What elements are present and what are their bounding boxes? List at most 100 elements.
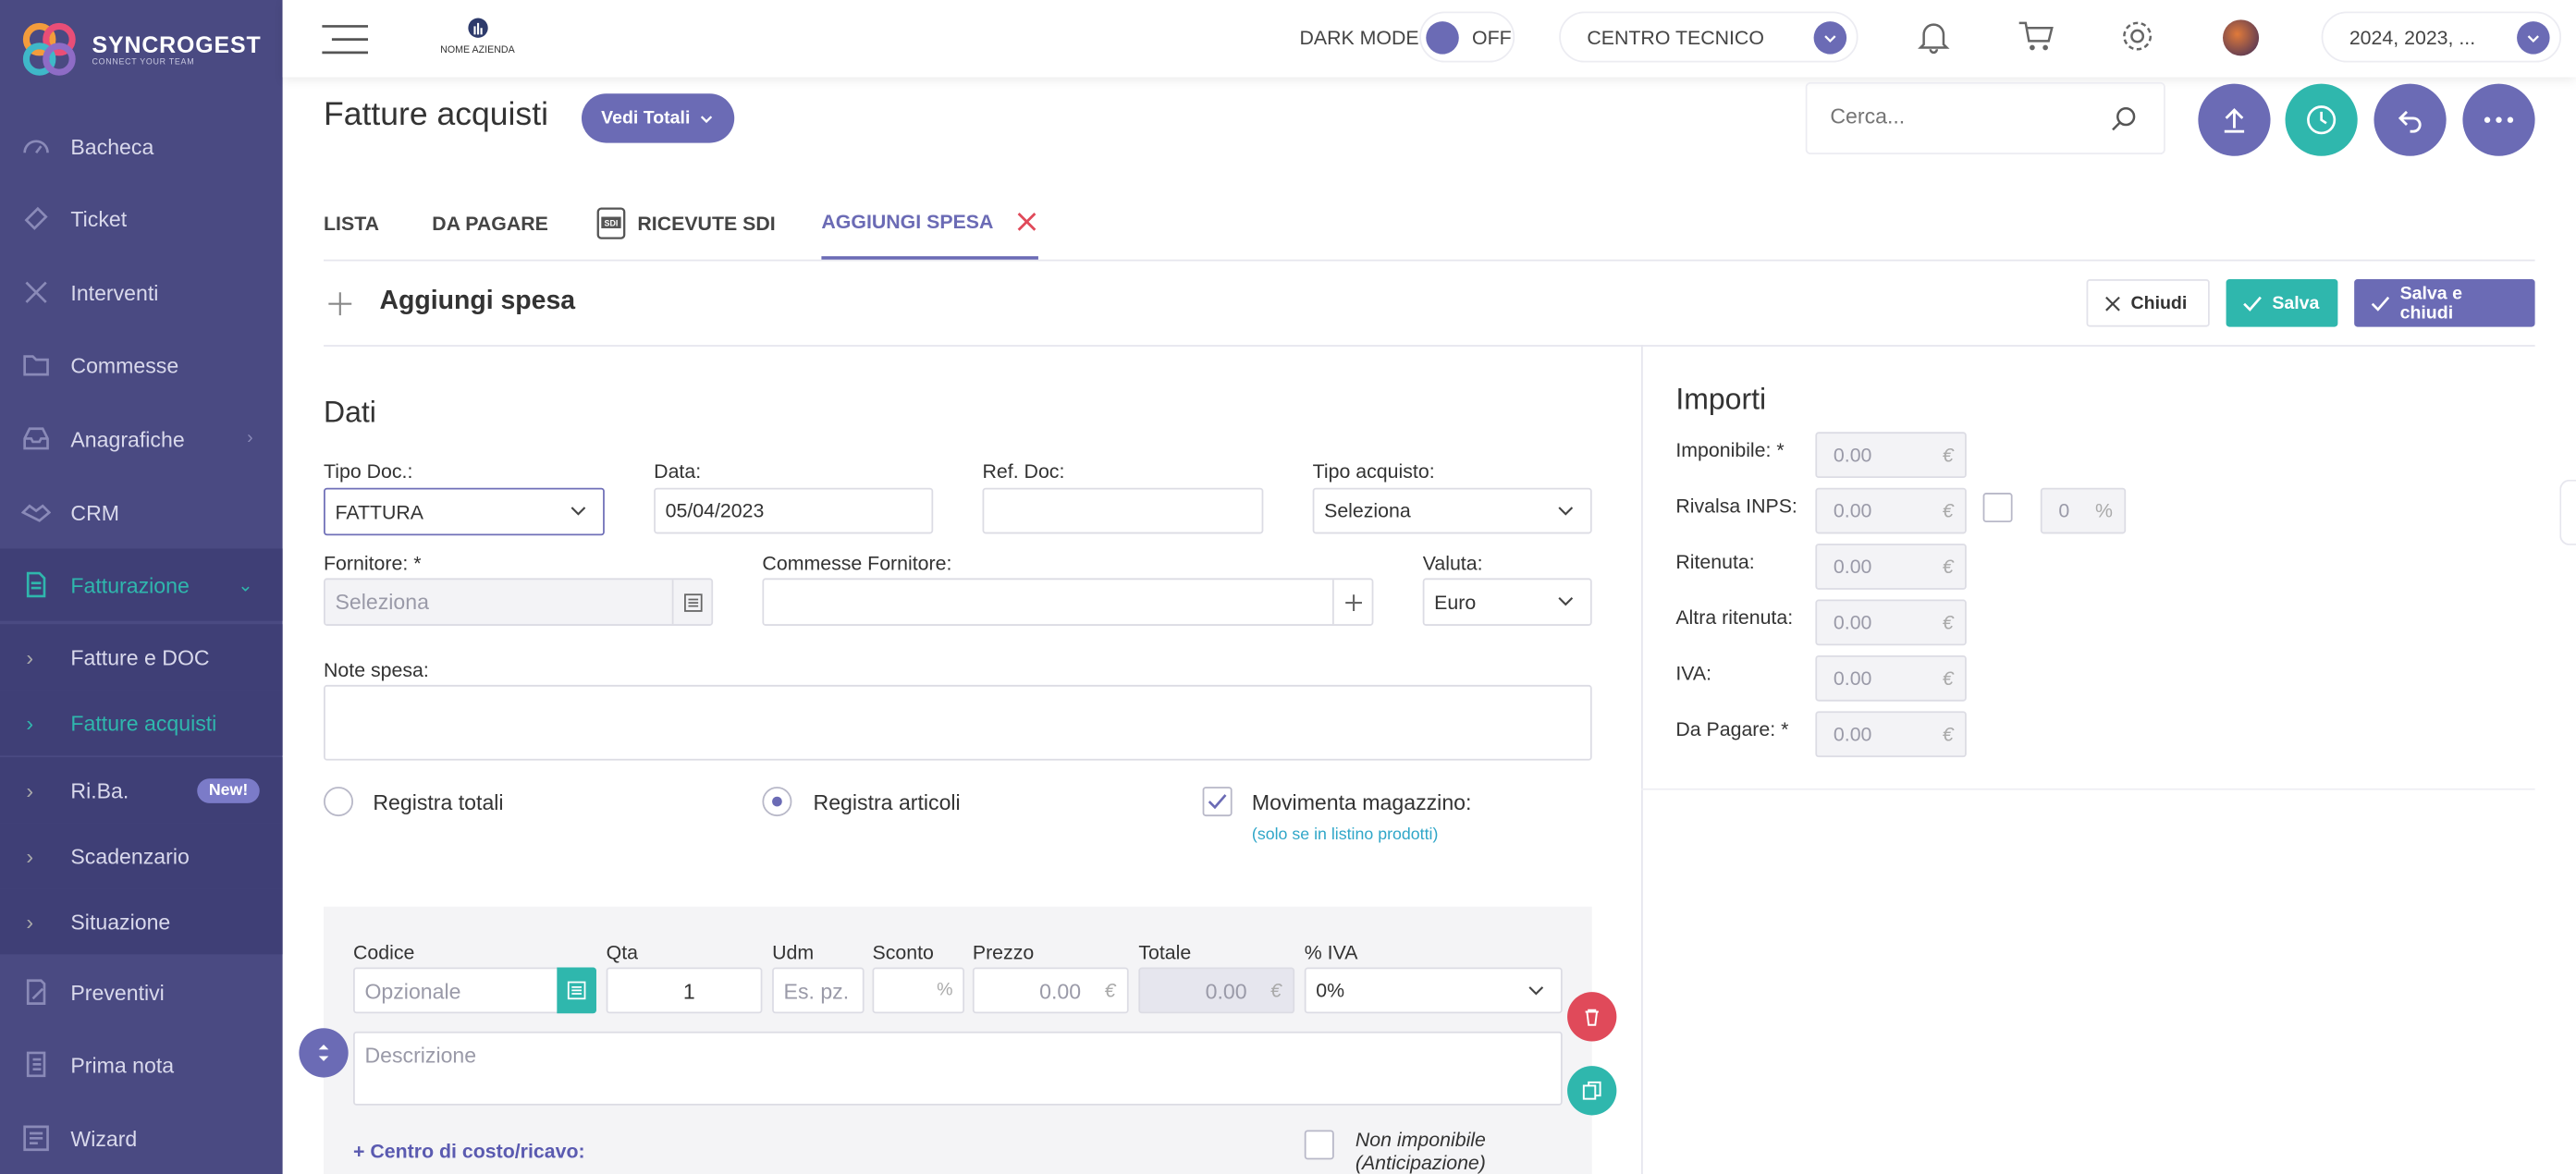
valuta-select[interactable]: Euro	[1422, 578, 1592, 626]
quote-icon	[19, 975, 53, 1009]
chevron-down-icon	[701, 116, 713, 124]
fornitore-placeholder: Seleziona	[335, 589, 429, 615]
history-button[interactable]	[2285, 83, 2358, 156]
close-icon[interactable]	[1016, 212, 1036, 231]
close-button[interactable]: Chiudi	[2086, 279, 2210, 327]
importi-input[interactable]: 0.00 €	[1815, 654, 1967, 702]
rivalsa-checkbox[interactable]	[1982, 493, 2013, 523]
data-label: Data:	[654, 459, 702, 483]
chevron-right-icon: ›	[26, 644, 34, 670]
bell-icon[interactable]	[1916, 18, 1952, 63]
rivalsa-pct-input[interactable]: 0 %	[2040, 487, 2127, 534]
tipo-doc-select[interactable]: FATTURA	[324, 487, 605, 536]
sidebar-subitem-situazione[interactable]: › Situazione	[0, 888, 283, 955]
importi-input[interactable]: 0.00 €	[1815, 487, 1967, 534]
sidebar-item-interventi[interactable]: Interventi	[0, 256, 283, 328]
iva-value: 0%	[1316, 978, 1345, 1002]
date-input[interactable]: 05/04/2023	[654, 487, 934, 534]
ref-doc-input[interactable]	[982, 487, 1264, 534]
sidebar-item-preventivi[interactable]: Preventivi	[0, 956, 283, 1028]
codice-input[interactable]: Opzionale	[353, 967, 596, 1014]
sidebar-item-bacheca[interactable]: Bacheca	[0, 110, 283, 182]
gear-icon[interactable]	[2119, 18, 2155, 63]
importi-input[interactable]: 0.00 €	[1815, 544, 1967, 590]
tabs-divider	[324, 259, 2535, 262]
sidebar-subitem-label: Situazione	[70, 909, 171, 935]
upload-button[interactable]	[2198, 83, 2271, 156]
dark-mode-toggle[interactable]: OFF	[1419, 11, 1515, 63]
tipo-acquisto-label: Tipo acquisto:	[1312, 459, 1435, 483]
qta-input[interactable]: 1	[606, 967, 763, 1014]
save-button-label: Salva	[2272, 293, 2320, 313]
tab-ricevute-sdi[interactable]: SDI RICEVUTE SDI	[595, 188, 776, 260]
descrizione-textarea[interactable]: Descrizione	[353, 1031, 1563, 1106]
radio-registra-totali[interactable]	[324, 787, 354, 817]
sidebar-item-fatturazione[interactable]: Fatturazione ⌄	[0, 548, 283, 621]
search-icon[interactable]	[2111, 105, 2137, 131]
check-icon	[2243, 295, 2262, 311]
sidebar-subitem-scadenzario[interactable]: › Scadenzario	[0, 823, 283, 889]
show-totals-button[interactable]: Vedi Totali	[581, 93, 735, 143]
list-icon[interactable]	[671, 580, 712, 625]
sidebar-item-crm[interactable]: CRM	[0, 476, 283, 548]
sidebar-item-anagrafiche[interactable]: Anagrafiche ›	[0, 402, 283, 474]
commesse-input[interactable]	[762, 578, 1374, 626]
back-button[interactable]	[2374, 83, 2447, 156]
center-select[interactable]: CENTRO TECNICO	[1559, 11, 1858, 63]
sidebar-subitem-riba[interactable]: › Ri.Ba. New!	[0, 757, 283, 824]
sidebar-item-wizard[interactable]: Wizard	[0, 1102, 283, 1174]
tipo-acquisto-select[interactable]: Seleziona	[1312, 487, 1592, 534]
search-input[interactable]	[1830, 103, 2093, 128]
chevron-right-icon: ›	[247, 428, 253, 449]
duplicate-row-button[interactable]	[1567, 1066, 1617, 1116]
iva-select[interactable]: 0%	[1304, 967, 1563, 1014]
more-button[interactable]	[2462, 83, 2535, 156]
sidebar-item-prima-nota[interactable]: Prima nota	[0, 1028, 283, 1100]
sidebar-item-label: Prima nota	[70, 1052, 175, 1077]
hamburger-menu-icon[interactable]	[322, 25, 369, 63]
tab-da-pagare[interactable]: DA PAGARE	[432, 188, 548, 260]
avatar[interactable]	[2223, 19, 2260, 56]
prezzo-input[interactable]: 0.00 €	[972, 967, 1129, 1014]
years-select[interactable]: 2024, 2023, ...	[2321, 11, 2562, 63]
importi-input[interactable]: 0.00 €	[1815, 432, 1967, 479]
percent-symbol: %	[2095, 499, 2113, 523]
tipo-doc-label: Tipo Doc.:	[324, 459, 413, 483]
cart-icon[interactable]	[2016, 18, 2055, 63]
sidebar-item-ticket[interactable]: Ticket	[0, 182, 283, 254]
note-textarea[interactable]	[324, 684, 1592, 761]
tab-aggiungi-spesa[interactable]: AGGIUNGI SPESA	[821, 188, 1038, 260]
importi-input[interactable]: 0.00 €	[1815, 599, 1967, 646]
company-logo[interactable]: NOME AZIENDA	[440, 17, 515, 56]
udm-input[interactable]: Es. pz.	[772, 967, 865, 1014]
codice-label: Codice	[353, 941, 415, 964]
tools-icon	[19, 276, 53, 310]
non-imponibile-checkbox[interactable]	[1304, 1130, 1334, 1160]
movimenta-checkbox[interactable]	[1202, 787, 1233, 817]
tab-lista[interactable]: LISTA	[324, 188, 379, 260]
delete-row-button[interactable]	[1567, 992, 1617, 1042]
importi-label: Altra ritenuta:	[1675, 605, 1794, 630]
brand-logo[interactable]: SYNCROGEST CONNECT YOUR TEAM	[19, 19, 261, 79]
add-commessa-icon[interactable]	[1331, 580, 1372, 625]
save-close-button[interactable]: Salva e chiudi	[2354, 279, 2535, 327]
importi-input[interactable]: 0.00 €	[1815, 711, 1967, 758]
company-name: NOME AZIENDA	[440, 45, 515, 56]
sidebar-item-label: CRM	[70, 500, 120, 525]
fornitore-select[interactable]: Seleziona	[324, 578, 714, 626]
save-button[interactable]: Salva	[2226, 279, 2338, 327]
sidebar-subitem-fatture-acquisti[interactable]: › Fatture acquisti	[0, 690, 283, 756]
sidebar-item-commesse[interactable]: Commesse	[0, 328, 283, 400]
side-drawer-handle[interactable]	[2559, 479, 2576, 545]
close-icon	[2105, 295, 2120, 311]
radio-registra-articoli[interactable]	[762, 787, 792, 817]
tab-label: DA PAGARE	[432, 212, 548, 236]
center-select-value: CENTRO TECNICO	[1587, 25, 1764, 49]
cost-center-link[interactable]: + Centro di costo/ricavo:	[353, 1140, 585, 1163]
sconto-input[interactable]: %	[872, 967, 964, 1014]
date-value: 05/04/2023	[665, 499, 765, 523]
sidebar-subitem-fatture-doc[interactable]: › Fatture e DOC	[0, 624, 283, 691]
product-list-icon[interactable]	[557, 967, 596, 1014]
reorder-button[interactable]	[299, 1028, 349, 1078]
codice-placeholder: Opzionale	[364, 978, 461, 1003]
